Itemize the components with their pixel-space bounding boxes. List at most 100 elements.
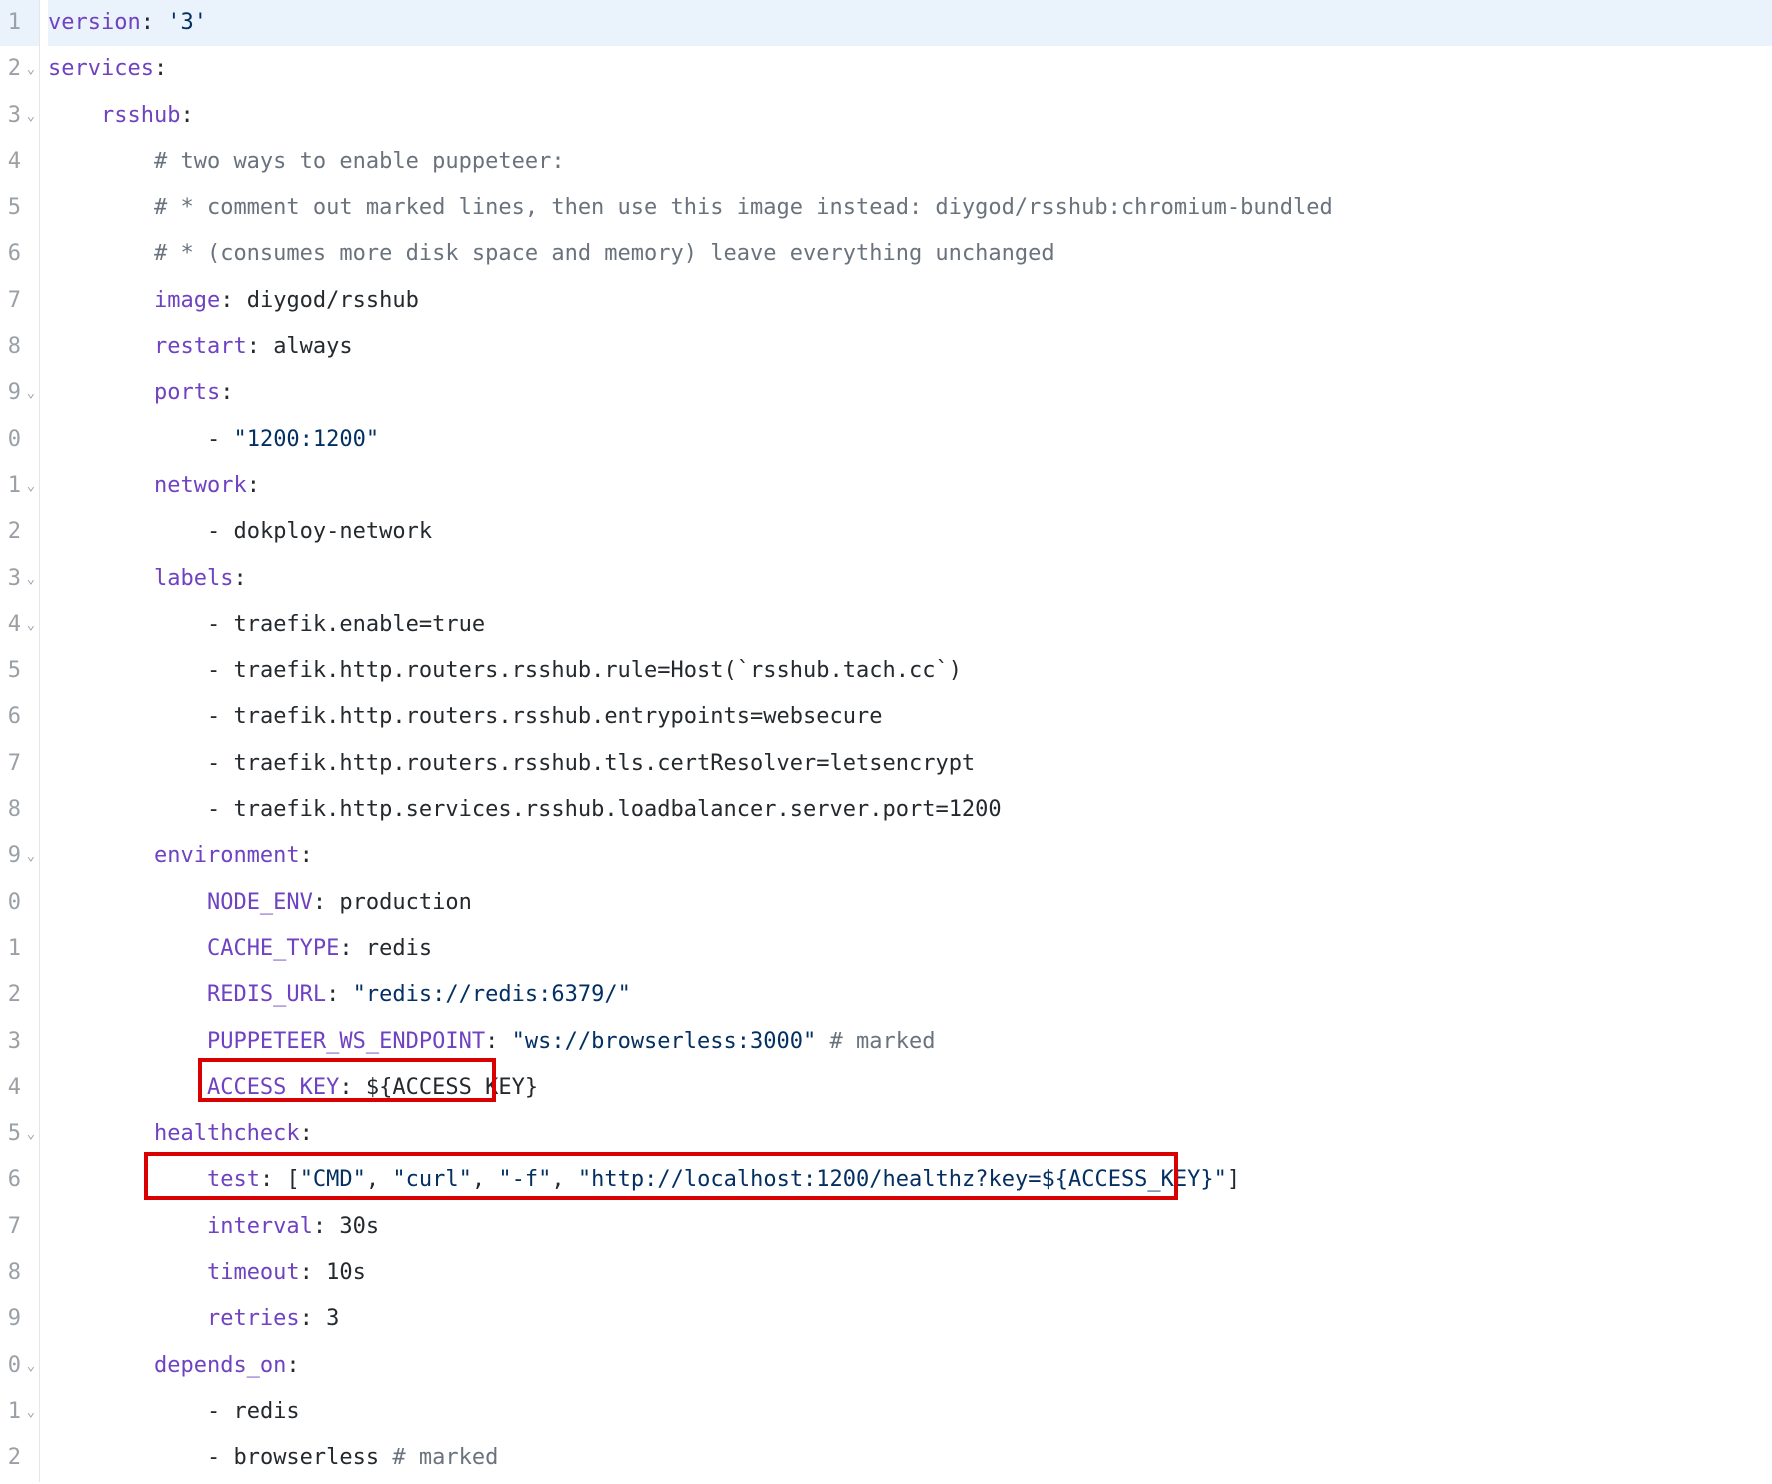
gutter-row: 8 (0, 787, 39, 833)
code-line: # two ways to enable puppeteer: (48, 139, 1772, 185)
line-number: 9 (8, 1296, 21, 1342)
yaml-comment: # * (consumes more disk space and memory… (154, 231, 1055, 277)
yaml-value: traefik.enable=true (233, 602, 485, 648)
fold-icon[interactable]: ⌄ (23, 556, 35, 602)
gutter-row: 8 (0, 324, 39, 370)
yaml-value: browserless (233, 1435, 379, 1481)
yaml-key: depends_on (154, 1343, 286, 1389)
yaml-value: 3 (326, 1296, 339, 1342)
gutter-row: 7 (0, 741, 39, 787)
gutter-row: 3 (0, 1019, 39, 1065)
code-line: - redis (48, 1389, 1772, 1435)
code-line: interval: 30s (48, 1204, 1772, 1250)
line-number: 5 (8, 185, 21, 231)
gutter-row: 5⌄ (0, 1111, 39, 1157)
code-line: rsshub: (48, 93, 1772, 139)
gutter-row: 5 (0, 648, 39, 694)
code-line: - "1200:1200" (48, 417, 1772, 463)
line-number: 4 (8, 139, 21, 185)
line-number: 6 (8, 231, 21, 277)
gutter-row: 1⌄ (0, 463, 39, 509)
code-line: - dokploy-network (48, 509, 1772, 555)
yaml-string: "1200:1200" (233, 417, 379, 463)
yaml-value: traefik.http.routers.rsshub.entrypoints=… (233, 694, 882, 740)
fold-icon[interactable]: ⌄ (23, 463, 35, 509)
gutter-row: 4 (0, 139, 39, 185)
code-line: - browserless # marked (48, 1435, 1772, 1481)
yaml-dash: - (207, 694, 234, 740)
gutter-row: 9⌄ (0, 833, 39, 879)
line-number: 7 (8, 1204, 21, 1250)
fold-icon[interactable]: ⌄ (23, 1111, 35, 1157)
code-line: environment: (48, 833, 1772, 879)
yaml-key: NODE_ENV (207, 880, 313, 926)
line-number: 0 (8, 880, 21, 926)
code-line: # * comment out marked lines, then use t… (48, 185, 1772, 231)
gutter-row: 6 (0, 231, 39, 277)
yaml-dash: - (207, 648, 234, 694)
code-line: REDIS_URL: "redis://redis:6379/" (48, 972, 1772, 1018)
yaml-value: redis (366, 926, 432, 972)
gutter-row: 5 (0, 185, 39, 231)
line-number: 8 (8, 1250, 21, 1296)
yaml-string: "ws://browserless:3000" (512, 1019, 817, 1065)
line-number: 8 (8, 324, 21, 370)
yaml-key: ports (154, 370, 220, 416)
line-number: 1 (8, 463, 21, 509)
line-number: 0 (8, 417, 21, 463)
gutter-row: 4⌄ (0, 602, 39, 648)
line-number: 6 (8, 694, 21, 740)
code-line: restart: always (48, 324, 1772, 370)
code-line: timeout: 10s (48, 1250, 1772, 1296)
line-number: 7 (8, 741, 21, 787)
yaml-value: ${ACCESS_KEY} (366, 1065, 538, 1111)
line-number: 3 (8, 556, 21, 602)
fold-icon[interactable]: ⌄ (23, 833, 35, 879)
fold-icon[interactable]: ⌄ (23, 1389, 35, 1435)
line-number: 1 (8, 926, 21, 972)
fold-icon[interactable]: ⌄ (23, 1343, 35, 1389)
code-line: - traefik.http.services.rsshub.loadbalan… (48, 787, 1772, 833)
gutter-row: 0⌄ (0, 1343, 39, 1389)
yaml-key: image (154, 278, 220, 324)
code-line: - traefik.enable=true (48, 602, 1772, 648)
yaml-dash: - (207, 602, 234, 648)
yaml-key: healthcheck (154, 1111, 300, 1157)
gutter-row: 7 (0, 278, 39, 324)
code-line: ports: (48, 370, 1772, 416)
yaml-key: rsshub (101, 93, 180, 139)
yaml-key: labels (154, 556, 233, 602)
line-number: 2 (8, 46, 21, 92)
code-area[interactable]: version: '3' services: rsshub: # two way… (40, 0, 1772, 1482)
gutter-row: 2 (0, 972, 39, 1018)
fold-icon[interactable]: ⌄ (23, 93, 35, 139)
code-line: image: diygod/rsshub (48, 278, 1772, 324)
yaml-value: 30s (339, 1204, 379, 1250)
line-number: 0 (8, 1343, 21, 1389)
gutter-row: 1 (0, 0, 39, 46)
line-number: 2 (8, 1435, 21, 1481)
line-number: 8 (8, 787, 21, 833)
yaml-string: "redis://redis:6379/" (353, 972, 631, 1018)
code-line: NODE_ENV: production (48, 880, 1772, 926)
line-number: 3 (8, 93, 21, 139)
gutter-row: 4 (0, 1065, 39, 1111)
yaml-dash: - (207, 1389, 234, 1435)
yaml-string: '3' (167, 0, 207, 46)
fold-icon[interactable]: ⌄ (23, 46, 35, 92)
code-line: depends_on: (48, 1343, 1772, 1389)
yaml-value: traefik.http.routers.rsshub.tls.certReso… (233, 741, 975, 787)
gutter-row: 6 (0, 694, 39, 740)
line-number: 6 (8, 1157, 21, 1203)
fold-icon[interactable]: ⌄ (23, 602, 35, 648)
yaml-value: traefik.http.routers.rsshub.rule=Host(`r… (233, 648, 961, 694)
code-line: version: '3' (48, 0, 1772, 46)
code-line: CACHE_TYPE: redis (48, 926, 1772, 972)
gutter-row: 2 (0, 1435, 39, 1481)
code-line: ACCESS_KEY: ${ACCESS_KEY} (48, 1065, 1772, 1111)
yaml-dash: - (207, 417, 234, 463)
yaml-value: dokploy-network (233, 509, 432, 555)
fold-icon[interactable]: ⌄ (23, 370, 35, 416)
yaml-key: ACCESS_KEY (207, 1065, 339, 1111)
gutter-row: 0 (0, 880, 39, 926)
